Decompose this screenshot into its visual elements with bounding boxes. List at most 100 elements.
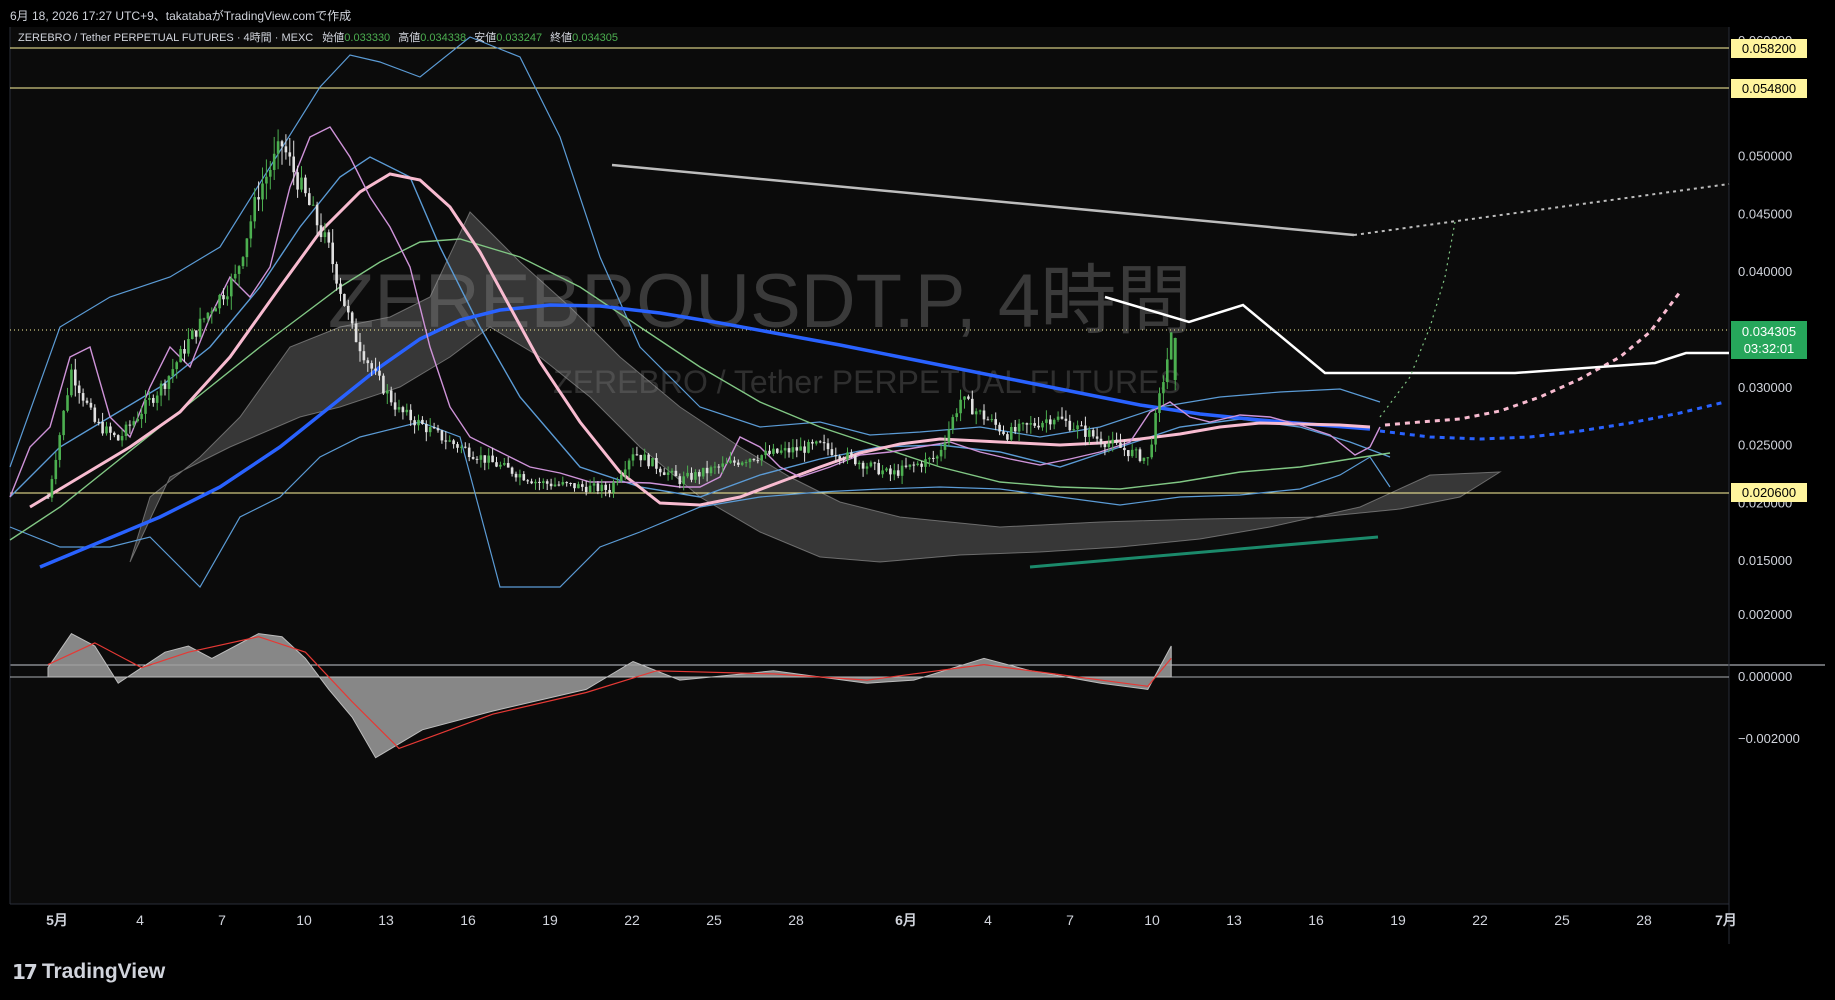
main-pane[interactable] (10, 27, 1729, 664)
level-badge-2[interactable]: 0.020600 (1731, 483, 1807, 502)
osc-tick: 0.000000 (1738, 669, 1792, 684)
candle-body (432, 427, 436, 429)
candle-body (97, 421, 100, 423)
time-tick: 19 (1390, 912, 1406, 928)
candle-body (674, 470, 678, 477)
candle-body (401, 407, 405, 413)
current-price-text: 0.034305 (1742, 324, 1796, 339)
candle-body (514, 473, 518, 478)
candle-body (409, 409, 412, 421)
candle-body (354, 323, 358, 343)
candle-body (269, 169, 272, 177)
candle-body (772, 448, 775, 454)
candle-body (678, 476, 682, 485)
candle-body (1076, 425, 1079, 430)
candle-body (986, 419, 990, 421)
candle-body (647, 454, 650, 467)
candle-body (179, 348, 182, 363)
candle-body (389, 390, 393, 403)
candle-body (241, 257, 245, 267)
candle-body (701, 467, 705, 477)
candle-body (218, 295, 221, 309)
candle-body (662, 472, 666, 475)
candle-body (292, 156, 295, 173)
candle-body (881, 470, 884, 475)
candle-body (483, 455, 487, 463)
level-badge-0[interactable]: 0.058200 (1731, 39, 1807, 58)
candle-body (557, 484, 561, 486)
candle-body (1017, 423, 1021, 432)
candle[interactable] (1169, 332, 1173, 360)
candle-body (175, 362, 178, 370)
candle-body (510, 467, 514, 474)
candle[interactable] (651, 457, 654, 467)
candle-body (167, 376, 171, 389)
candle-body (1013, 427, 1017, 432)
candle-body (526, 480, 529, 482)
candle[interactable] (854, 454, 857, 466)
candle-body (308, 193, 311, 206)
candle-body (811, 441, 814, 444)
candle-body (518, 474, 522, 478)
time-tick: 16 (1308, 912, 1324, 928)
candle-body (491, 455, 494, 463)
candle-body (148, 397, 151, 400)
time-tick: 7 (218, 912, 226, 928)
candle-body (77, 385, 81, 394)
candle-body (152, 397, 155, 403)
chart-canvas[interactable]: ZEREBROUSDT.P, 4時間 ZEREBRO / Tether PERP… (0, 27, 1835, 944)
candle-body (1084, 425, 1087, 437)
candle-body (990, 419, 994, 421)
osc-tick: 0.002000 (1738, 607, 1792, 622)
candle-body (635, 454, 639, 456)
candle-body (581, 484, 584, 487)
candle-body (608, 489, 611, 493)
candle-body (620, 474, 623, 482)
level-badge-1-text: 0.054800 (1742, 81, 1796, 96)
candle-body (740, 462, 744, 465)
candle-body (222, 295, 225, 300)
candle-body (386, 390, 389, 394)
candle[interactable] (116, 434, 120, 441)
candle-body (670, 470, 674, 473)
candle[interactable] (1138, 447, 1142, 463)
time-tick: 7月 (1715, 912, 1737, 928)
candle-body (163, 383, 167, 389)
candle[interactable] (382, 373, 385, 396)
candle-body (202, 318, 206, 320)
candle[interactable] (343, 293, 346, 307)
candle-body (304, 177, 307, 194)
level-badge-1[interactable]: 0.054800 (1731, 79, 1807, 98)
tradingview-logo[interactable]: 17 TradingView (12, 960, 165, 984)
candle-body (752, 458, 756, 461)
candle-body (210, 311, 214, 313)
candle-body (530, 481, 533, 484)
header-caption: 6月 18, 2026 17:27 UTC+9、takatabaがTrading… (10, 9, 352, 23)
candle-body (421, 419, 424, 424)
candle-body (467, 447, 471, 458)
footer-bar: 17 TradingView (0, 944, 1835, 1000)
candle-body (600, 484, 604, 492)
oscillator-pane[interactable] (10, 666, 1729, 904)
candle-body (912, 464, 916, 466)
candle-body (893, 470, 896, 475)
candle-body (249, 221, 253, 239)
current-price-badge[interactable]: 0.034305 03:32:01 (1731, 321, 1807, 359)
candle-body (315, 204, 319, 226)
candle-body (358, 342, 362, 352)
candle-body (366, 360, 370, 364)
candle-body (545, 481, 549, 484)
candle-body (1072, 429, 1075, 431)
candle-body (643, 454, 646, 461)
candle-body (382, 375, 385, 394)
candle-body (397, 407, 401, 410)
candle-body (994, 419, 997, 425)
time-tick: 10 (296, 912, 312, 928)
candle-body (682, 476, 685, 485)
time-tick: 5月 (46, 912, 68, 928)
candle-body (261, 183, 264, 200)
candle-body (1166, 359, 1169, 383)
candle-body (1037, 425, 1040, 428)
candle-body (1029, 423, 1033, 425)
candle-body (1127, 450, 1130, 457)
